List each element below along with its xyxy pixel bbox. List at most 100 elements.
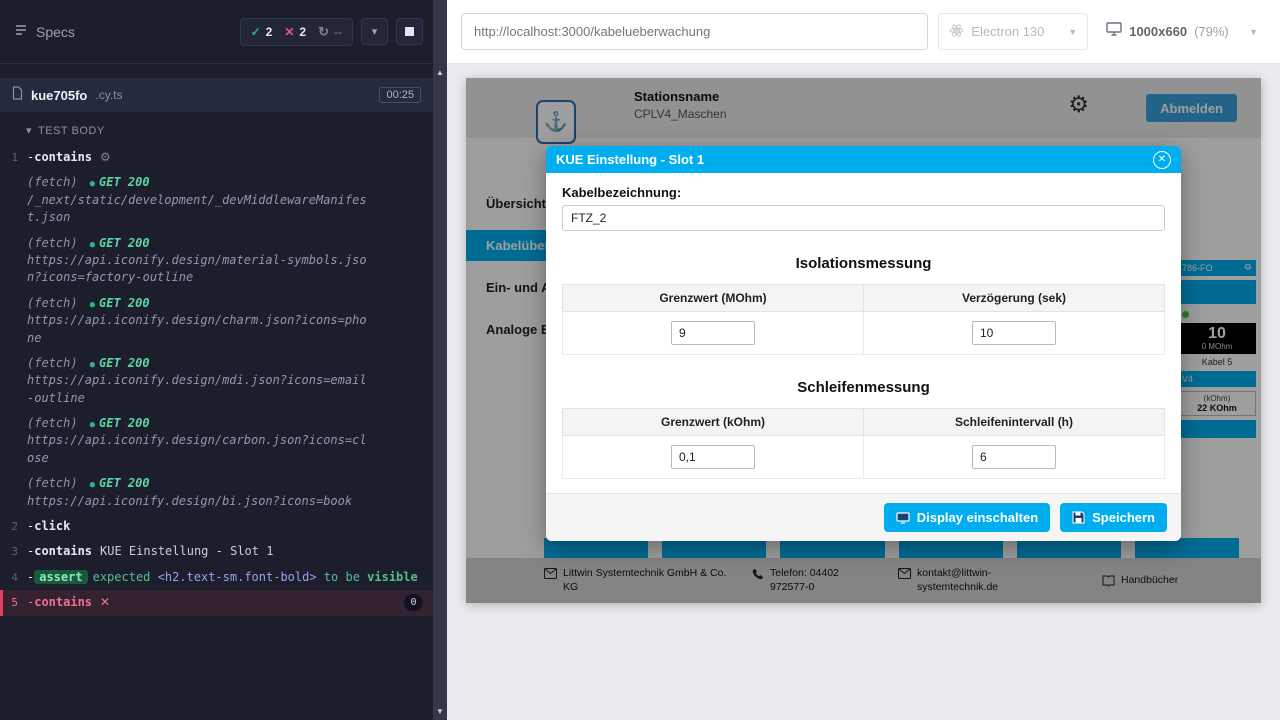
command-log: 1-contains⚙(fetch)●GET 200/_next/static/…	[0, 145, 433, 720]
isolation-delay-input[interactable]	[972, 321, 1056, 345]
display-icon	[896, 512, 910, 524]
fetch-url: https://api.iconify.design/mdi.json?icon…	[27, 372, 372, 407]
cable-name-input[interactable]	[562, 205, 1165, 231]
command-number	[3, 174, 27, 175]
loop-section-title: Schleifenmessung	[562, 379, 1165, 396]
fetch-url: https://api.iconify.design/bi.json?icons…	[27, 493, 372, 510]
electron-icon	[949, 23, 964, 41]
modal-body: Kabelbezeichnung: Isolationsmessung Gren…	[546, 173, 1181, 493]
stop-icon	[405, 27, 414, 36]
viewport-control[interactable]: 1000x660 (79%) ▼	[1098, 13, 1266, 50]
isolation-col2-header: Verzögerung (sek)	[864, 285, 1165, 312]
modal-header: KUE Einstellung - Slot 1 ✕	[546, 146, 1181, 173]
check-icon: ✓	[251, 25, 261, 39]
fetch-log-row[interactable]: (fetch)●GET 200https://api.iconify.desig…	[0, 411, 433, 471]
status-dot-icon: ●	[90, 420, 95, 430]
spec-ext: .cy.ts	[95, 88, 122, 102]
count-badge: 0	[404, 594, 423, 611]
stat-pending: ↻--	[318, 24, 342, 40]
url-input[interactable]	[461, 13, 928, 50]
fetch-url: https://api.iconify.design/carbon.json?i…	[27, 432, 372, 467]
chevron-down-icon: ▼	[1249, 27, 1258, 37]
specs-icon	[14, 23, 28, 40]
status-dot-icon: ●	[90, 480, 95, 490]
fetch-status: GET 200	[99, 356, 150, 370]
loop-col1-header: Grenzwert (kOhm)	[563, 409, 864, 436]
fetch-log-row[interactable]: (fetch)●GET 200/_next/static/development…	[0, 170, 433, 230]
command-row[interactable]: 2-click	[0, 514, 433, 539]
runner-scrollbar[interactable]: ▲ ▼	[433, 0, 447, 720]
command-row[interactable]: 5-contains✕0	[0, 590, 433, 615]
scroll-up-icon[interactable]: ▲	[433, 68, 447, 77]
fetch-status: GET 200	[99, 476, 150, 490]
command-number: 5	[3, 594, 27, 611]
fetch-label: (fetch)	[27, 175, 78, 189]
gear-icon: ⚙	[100, 150, 111, 164]
stat-passed: ✓2	[251, 25, 273, 39]
assert-text: expected	[93, 570, 158, 584]
fail-cross-icon: ✕	[100, 595, 110, 609]
caret-down-icon: ▾	[26, 124, 32, 137]
spec-row[interactable]: kue705fo .cy.ts 00:25	[0, 78, 433, 112]
browser-select[interactable]: Electron 130 ▼	[938, 13, 1088, 50]
command-number: 3	[3, 543, 27, 560]
test-body-toggle[interactable]: ▾ TEST BODY	[0, 112, 433, 145]
cable-name-label: Kabelbezeichnung:	[562, 185, 1165, 200]
loop-table: Grenzwert (kOhm) Schleifenintervall (h)	[562, 408, 1165, 479]
command-number	[3, 235, 27, 236]
isolation-table: Grenzwert (MOhm) Verzögerung (sek)	[562, 284, 1165, 355]
fetch-label: (fetch)	[27, 356, 78, 370]
fetch-log-row[interactable]: (fetch)●GET 200https://api.iconify.desig…	[0, 291, 433, 351]
close-icon: ✕	[1158, 154, 1166, 165]
fetch-status: GET 200	[99, 416, 150, 430]
command-name: contains	[34, 544, 92, 558]
stop-button[interactable]	[396, 18, 423, 45]
aut-canvas: ⚓ Stationsname CPLV4_Maschen ⚙ Abmelden …	[447, 64, 1280, 720]
refresh-icon: ↻	[318, 24, 329, 40]
modal-footer: Display einschalten Speichern	[546, 493, 1181, 541]
screen: Specs ✓2 ✕2 ↻-- ▾ kue705fo .cy.ts 00:25 …	[0, 0, 1280, 720]
fetch-status: GET 200	[99, 175, 150, 189]
loop-interval-input[interactable]	[972, 445, 1056, 469]
fetch-log-row[interactable]: (fetch) ● GET 200 https://api.iconify.desig…	[0, 351, 433, 411]
status-dot-icon: ●	[90, 240, 95, 250]
fetch-log-row[interactable]: (fetch)●GET 200https://api.iconify.desig…	[0, 231, 433, 291]
fetch-status: GET 200	[99, 296, 150, 310]
status-dot-icon: ●	[90, 300, 95, 310]
isolation-section-title: Isolationsmessung	[562, 255, 1165, 272]
spec-name: kue705fo	[31, 88, 87, 103]
collapse-button[interactable]: ▾	[361, 18, 388, 45]
fetch-url: https://api.iconify.design/material-symb…	[27, 252, 372, 287]
command-name: click	[34, 519, 70, 533]
assert-badge: assert	[34, 570, 87, 584]
runner-header: Specs ✓2 ✕2 ↻-- ▾	[0, 0, 433, 64]
fetch-url: /_next/static/development/_devMiddleware…	[27, 192, 372, 227]
fetch-label: (fetch)	[27, 476, 78, 490]
modal-close-button[interactable]: ✕	[1153, 151, 1171, 169]
isolation-col1-header: Grenzwert (MOhm)	[563, 285, 864, 312]
save-button[interactable]: Speichern	[1060, 503, 1167, 532]
command-row[interactable]: 1-contains⚙	[0, 145, 433, 170]
command-name: contains	[34, 150, 92, 164]
assert-selector: <h2.text-sm.font-bold>	[158, 570, 317, 584]
chevron-down-icon: ▾	[372, 25, 378, 38]
cross-icon: ✕	[284, 25, 294, 39]
command-row[interactable]: 3-containsKUE Einstellung - Slot 1	[0, 539, 433, 564]
viewport-size: 1000x660	[1129, 24, 1187, 39]
assert-text: to be	[317, 570, 368, 584]
scroll-down-icon[interactable]: ▼	[433, 707, 447, 716]
fetch-log-row[interactable]: (fetch) ● GET 200 https://api.iconify.desig…	[0, 471, 433, 514]
assert-row[interactable]: 4-assertexpected <h2.text-sm.font-bold> …	[0, 565, 433, 590]
loop-limit-input[interactable]	[671, 445, 755, 469]
isolation-limit-input[interactable]	[671, 321, 755, 345]
command-number	[3, 475, 27, 476]
kue-settings-modal: KUE Einstellung - Slot 1 ✕ Kabelbezeichn…	[546, 146, 1181, 541]
spec-file-icon	[12, 86, 23, 105]
display-on-button[interactable]: Display einschalten	[884, 503, 1050, 532]
spec-time: 00:25	[379, 87, 421, 103]
specs-nav[interactable]: Specs	[14, 23, 75, 40]
stat-failed: ✕2	[284, 25, 306, 39]
modal-title: KUE Einstellung - Slot 1	[556, 152, 704, 167]
status-dot-icon: ●	[90, 360, 95, 370]
fetch-label: (fetch)	[27, 296, 78, 310]
